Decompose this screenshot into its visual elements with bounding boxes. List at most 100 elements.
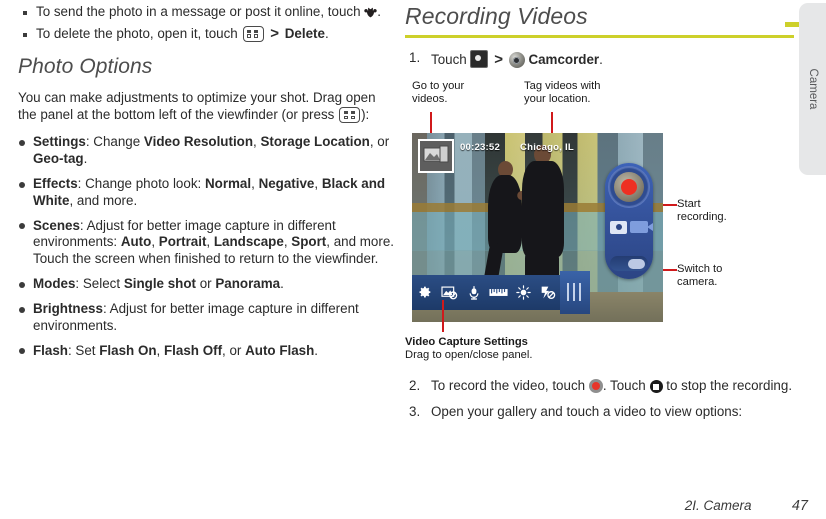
bullet-text: To send the photo in a message or post i… bbox=[36, 4, 361, 19]
option-part: : Change bbox=[85, 134, 144, 150]
square-bullet-list: To send the photo in a message or post i… bbox=[18, 4, 390, 42]
dancer-female-body bbox=[488, 175, 522, 253]
location-tag: Chicago, IL bbox=[520, 142, 574, 153]
list-item-modes: Modes: Select Single shot or Panorama. bbox=[18, 276, 396, 293]
recording-timer: 00:23:52 bbox=[460, 142, 501, 153]
option-part: Storage Location bbox=[260, 134, 370, 150]
callout-line-1: Go to your bbox=[412, 80, 465, 92]
delete-label: Delete bbox=[284, 25, 325, 41]
option-part: , bbox=[156, 342, 164, 358]
option-part: Portrait bbox=[158, 234, 207, 250]
option-part: : Change photo look: bbox=[77, 176, 205, 192]
brightness-icon[interactable] bbox=[511, 285, 536, 300]
bullet-text: To delete the photo, open it, touch bbox=[36, 25, 238, 41]
section-heading-recording-videos: Recording Videos bbox=[405, 3, 588, 29]
step-number: 1. bbox=[409, 50, 421, 65]
gallery-thumbnail-icon[interactable] bbox=[418, 139, 454, 173]
option-part: Auto Flash bbox=[245, 342, 315, 358]
step-text-mid: . Touch bbox=[602, 378, 646, 393]
option-part: , bbox=[151, 234, 159, 250]
video-mode-icon[interactable] bbox=[630, 221, 653, 233]
callout-line-1: Start bbox=[677, 198, 701, 210]
option-term: Brightness bbox=[33, 301, 103, 317]
option-part: . bbox=[314, 342, 319, 358]
option-part: : Set bbox=[67, 342, 100, 358]
caption-title: Video Capture Settings bbox=[405, 336, 528, 348]
list-item-settings: Settings: Change Video Resolution, Stora… bbox=[18, 134, 396, 167]
settings-gear-icon[interactable] bbox=[412, 285, 437, 300]
option-part: . bbox=[280, 276, 284, 292]
option-part: Video Resolution bbox=[143, 134, 254, 150]
option-part: , and more. bbox=[69, 192, 138, 208]
step-text-post: . bbox=[599, 52, 603, 67]
step-item-2: 2. To record the video, touch . Touch to… bbox=[405, 378, 806, 395]
record-button[interactable] bbox=[614, 172, 644, 202]
resolution-icon[interactable] bbox=[486, 287, 511, 298]
bullet-text-post: . bbox=[324, 25, 329, 41]
callout-line-1: Switch to bbox=[677, 263, 723, 275]
option-part: Sport bbox=[291, 234, 327, 250]
photo-options-intro: You can make adjustments to optimize you… bbox=[18, 90, 384, 123]
separator-glyph: > bbox=[494, 51, 503, 68]
step-text-pre: To record the video, touch bbox=[431, 378, 586, 393]
effects-icon[interactable] bbox=[437, 285, 462, 300]
step-item-1: 1. Touch > Camcorder. bbox=[405, 50, 795, 69]
list-item: To send the photo in a message or post i… bbox=[18, 4, 396, 21]
camera-switch-toggle[interactable] bbox=[610, 256, 648, 271]
separator-glyph: > bbox=[270, 24, 279, 42]
stop-button-icon bbox=[649, 380, 663, 393]
camera-app-icon bbox=[470, 50, 489, 68]
list-item-effects: Effects: Change photo look: Normal, Nega… bbox=[18, 176, 396, 209]
dancer-male-body bbox=[522, 161, 564, 257]
page-footer: 2I. Camera 47 bbox=[0, 497, 808, 515]
step-text: Open your gallery and touch a video to v… bbox=[431, 403, 743, 419]
callout-go-to-videos: Go to your videos. bbox=[412, 80, 502, 107]
step-text-post: to stop the recording. bbox=[666, 378, 793, 393]
option-part: Landscape bbox=[213, 234, 284, 250]
step-text-pre: Touch bbox=[431, 52, 467, 67]
heading-rule bbox=[405, 35, 794, 38]
microphone-icon[interactable] bbox=[461, 285, 486, 301]
option-part: , bbox=[251, 176, 259, 192]
section-heading-photo-options: Photo Options bbox=[18, 55, 153, 79]
photo-mode-icon[interactable] bbox=[610, 220, 627, 234]
callout-switch-camera: Switch to camera. bbox=[677, 263, 787, 290]
callout-line-2: recording. bbox=[677, 211, 727, 224]
footer-section: 2I. Camera bbox=[684, 498, 752, 513]
drag-handle-icon[interactable] bbox=[560, 271, 590, 314]
option-term: Settings bbox=[33, 134, 86, 150]
flash-off-icon[interactable] bbox=[535, 285, 560, 300]
camcorder-icon bbox=[508, 52, 525, 68]
step-number: 2. bbox=[409, 378, 421, 393]
option-part: . bbox=[83, 150, 88, 166]
recording-steps: 1. Touch > Camcorder. bbox=[405, 50, 795, 69]
step-number: 3. bbox=[409, 403, 421, 419]
option-part: , bbox=[206, 234, 214, 250]
recording-steps-continued: 2. To record the video, touch . Touch to… bbox=[405, 378, 795, 427]
side-tab-label: Camera bbox=[806, 68, 819, 110]
video-capture-settings-toolbar[interactable] bbox=[412, 275, 560, 310]
camcorder-viewfinder: 00:23:52 Chicago, IL bbox=[412, 133, 663, 322]
callout-leader-line bbox=[442, 300, 444, 332]
callout-line-1: Tag videos with bbox=[524, 80, 601, 92]
right-column: Recording Videos 1. Touch > Camcorder. bbox=[405, 0, 795, 76]
callout-tag-location: Tag videos with your location. bbox=[524, 80, 634, 107]
photo-options-list: Settings: Change Video Resolution, Stora… bbox=[18, 134, 394, 359]
share-icon bbox=[364, 5, 378, 18]
option-term: Modes bbox=[33, 276, 76, 292]
option-part: Auto bbox=[120, 234, 152, 250]
side-tab-camera[interactable]: Camera bbox=[799, 3, 826, 175]
list-item-flash: Flash: Set Flash On, Flash Off, or Auto … bbox=[18, 343, 396, 360]
option-part: , bbox=[314, 176, 322, 192]
option-part: : Select bbox=[75, 276, 124, 292]
intro-text-pre: You can make adjustments to optimize you… bbox=[18, 90, 376, 122]
callout-line-2: videos. bbox=[412, 93, 448, 106]
option-term: Scenes bbox=[33, 217, 80, 233]
capture-mode-icons bbox=[610, 219, 653, 235]
list-item-scenes: Scenes: Adjust for better image capture … bbox=[18, 218, 396, 268]
footer-page-number: 47 bbox=[791, 498, 808, 514]
list-item-brightness: Brightness: Adjust for better image capt… bbox=[18, 301, 373, 334]
step-item-3: 3. Open your gallery and touch a video t… bbox=[405, 404, 761, 421]
option-part: or bbox=[195, 276, 216, 292]
toggle-knob bbox=[628, 258, 645, 269]
